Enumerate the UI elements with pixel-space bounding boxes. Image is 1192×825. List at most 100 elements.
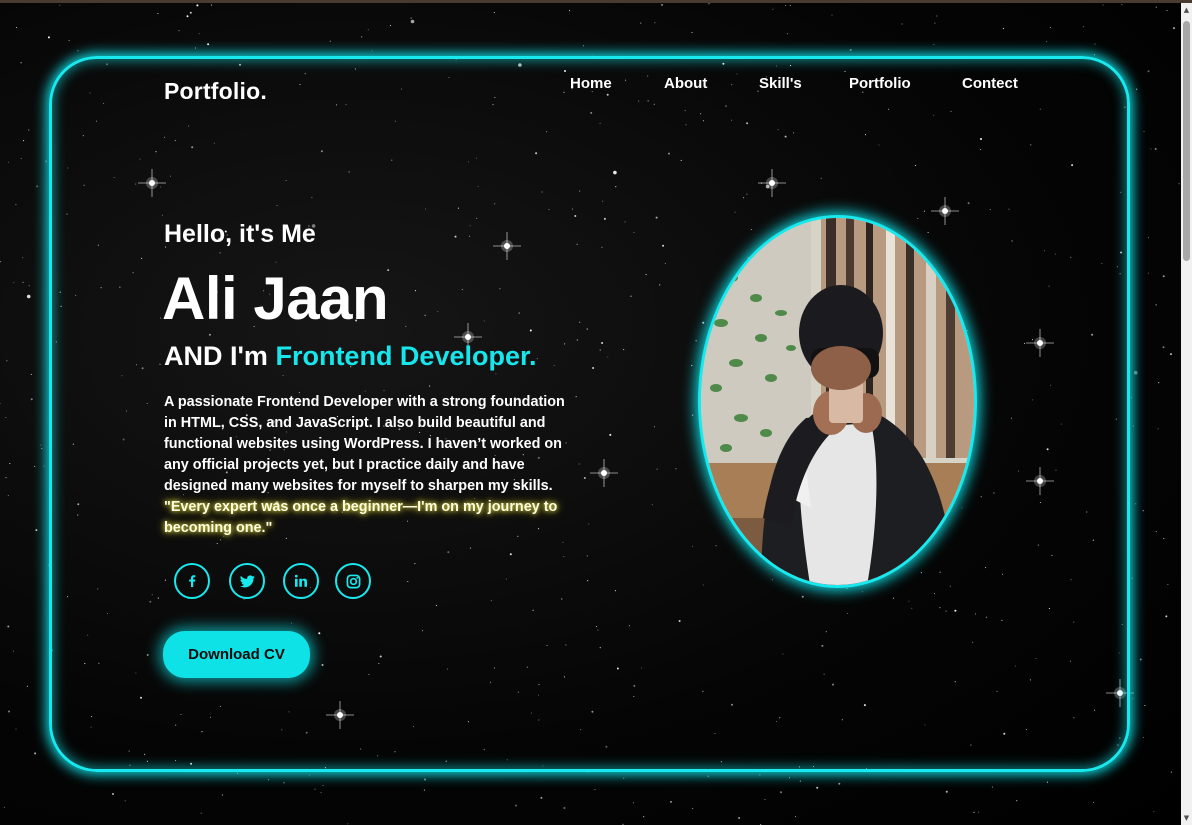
star — [157, 12, 159, 15]
star — [12, 650, 14, 652]
star — [786, 33, 788, 35]
star — [1082, 26, 1084, 28]
star — [221, 794, 223, 796]
star — [198, 33, 200, 35]
hero-role: AND I'm Frontend Developer. — [164, 341, 537, 372]
star — [0, 261, 2, 263]
star — [1142, 736, 1144, 738]
site-logo[interactable]: Portfolio. — [164, 78, 267, 105]
scrollbar-thumb[interactable] — [1183, 21, 1190, 261]
star — [1173, 27, 1175, 30]
facebook-icon[interactable] — [174, 563, 210, 599]
star — [934, 22, 936, 24]
star — [1133, 370, 1138, 375]
twitter-icon[interactable] — [229, 563, 265, 599]
nav-home[interactable]: Home — [570, 75, 612, 92]
star — [945, 790, 948, 793]
star — [1162, 275, 1165, 278]
star — [582, 45, 584, 47]
star — [540, 796, 543, 799]
star — [41, 447, 43, 450]
star — [207, 43, 210, 46]
star — [77, 50, 79, 52]
star — [189, 11, 192, 14]
linkedin-icon[interactable] — [283, 563, 319, 599]
star — [1142, 510, 1144, 512]
star — [991, 786, 993, 788]
star — [47, 36, 50, 39]
star — [849, 49, 852, 51]
star — [1153, 811, 1155, 813]
star — [322, 784, 324, 787]
hero-bio: A passionate Frontend Developer with a s… — [164, 392, 574, 539]
scrollbar[interactable]: ▲ ▼ — [1181, 3, 1192, 825]
star — [9, 462, 11, 465]
star — [1121, 3, 1123, 6]
star — [789, 4, 791, 6]
star — [1178, 183, 1180, 185]
star — [30, 398, 33, 401]
star — [1154, 148, 1157, 150]
instagram-icon[interactable] — [335, 563, 371, 599]
star — [707, 775, 709, 777]
star — [1155, 6, 1157, 8]
star — [389, 25, 391, 27]
star — [632, 802, 635, 804]
star — [772, 8, 774, 10]
star — [367, 29, 369, 31]
star — [186, 15, 189, 18]
star — [267, 779, 270, 781]
star — [1158, 382, 1160, 384]
star — [794, 816, 797, 818]
star — [15, 728, 17, 730]
star — [936, 15, 938, 17]
star — [799, 780, 801, 782]
scroll-down-icon[interactable]: ▼ — [1181, 811, 1192, 825]
star — [347, 823, 349, 825]
nav-portfolio[interactable]: Portfolio — [849, 75, 911, 92]
star — [210, 4, 213, 6]
star — [1147, 272, 1149, 274]
star — [26, 294, 31, 299]
profile-photo — [698, 215, 977, 588]
star — [1139, 658, 1142, 661]
star — [320, 792, 322, 794]
nav-skills[interactable]: Skill's — [759, 75, 802, 92]
star — [236, 772, 239, 774]
star — [1092, 801, 1094, 803]
star — [831, 14, 833, 16]
star — [1130, 397, 1132, 399]
star — [410, 17, 412, 19]
star — [410, 19, 415, 24]
nav-contact[interactable]: Contect — [962, 75, 1018, 92]
star — [15, 204, 17, 206]
star — [26, 685, 28, 687]
star — [1102, 4, 1104, 6]
star — [640, 22, 642, 24]
star — [112, 793, 114, 795]
star — [314, 788, 316, 790]
star — [780, 791, 782, 794]
star — [1167, 583, 1169, 586]
star — [623, 777, 625, 779]
star — [13, 282, 15, 284]
download-cv-button[interactable]: Download CV — [163, 631, 310, 678]
star — [7, 625, 10, 628]
star — [1132, 698, 1134, 700]
star — [124, 800, 126, 802]
star — [978, 811, 980, 813]
scroll-up-icon[interactable]: ▲ — [1181, 3, 1192, 17]
star — [563, 807, 566, 809]
star — [308, 774, 310, 776]
star — [838, 782, 841, 785]
nav-about[interactable]: About — [664, 75, 707, 92]
star — [20, 62, 22, 64]
star — [43, 465, 45, 467]
star — [1131, 577, 1133, 579]
star — [654, 22, 656, 24]
star — [1046, 781, 1048, 783]
star — [30, 373, 32, 375]
hero-quote: "Every expert was once a beginner—I'm on… — [164, 499, 558, 536]
star — [28, 285, 30, 287]
star — [1170, 353, 1172, 356]
